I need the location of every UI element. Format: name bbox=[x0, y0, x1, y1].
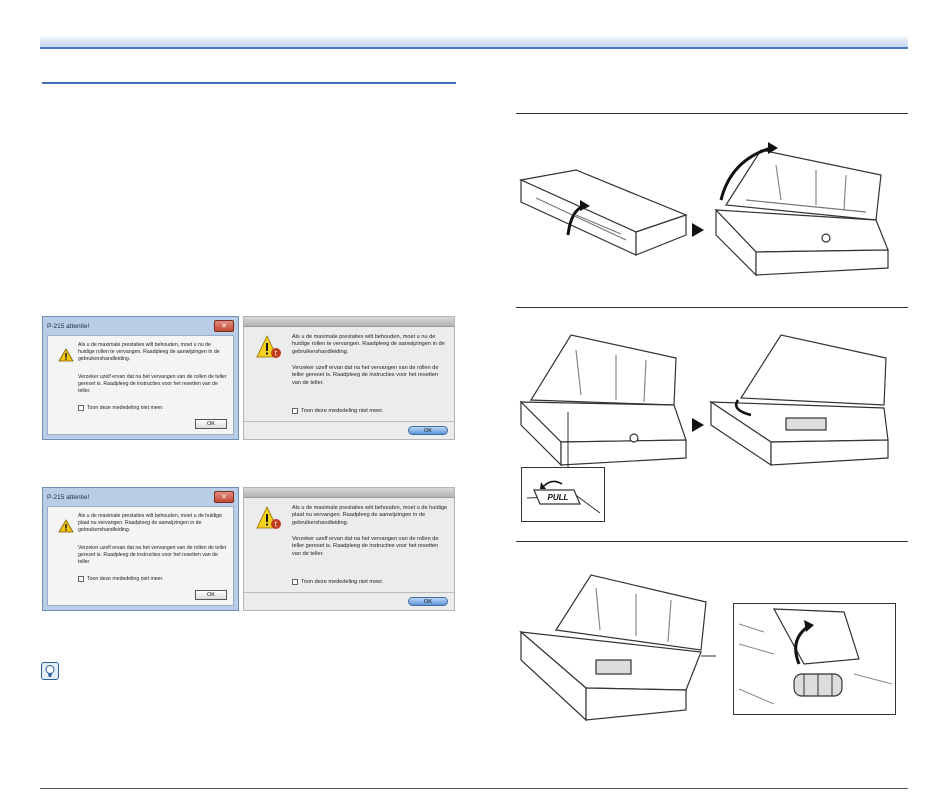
svg-text:t: t bbox=[275, 350, 278, 358]
dialog-titlebar bbox=[244, 317, 454, 327]
dialog-reset-note: Verzeker uzelf ervan dat na het vervange… bbox=[292, 365, 439, 386]
dialog-body: Als u de maximale prestaties wilt behoud… bbox=[47, 506, 234, 606]
caution-icon: t bbox=[256, 335, 281, 358]
dialog-reset-note: Verzeker uzelf ervan dat na het vervange… bbox=[78, 374, 227, 394]
scanner-roller-illustration bbox=[519, 574, 707, 722]
roller-zoom-callout bbox=[733, 603, 896, 715]
checkbox-label: Toon deze mededeling niet meer. bbox=[87, 405, 164, 411]
dont-show-checkbox[interactable]: Toon deze mededeling niet meer. bbox=[292, 408, 383, 414]
ok-button[interactable]: OK bbox=[195, 590, 227, 600]
pull-label: PULL bbox=[548, 493, 569, 502]
pull-lever-illustration: PULL bbox=[526, 480, 601, 514]
dont-show-checkbox[interactable]: Toon deze mededeling niet meer. bbox=[78, 576, 163, 582]
close-icon[interactable]: ✕ bbox=[214, 320, 234, 332]
checkbox-box[interactable] bbox=[78, 576, 84, 582]
step-divider-3 bbox=[516, 541, 908, 542]
dont-show-checkbox[interactable]: Toon deze mededeling niet meer. bbox=[292, 579, 383, 585]
mac-dialog-rollers: t Als u de maximale prestaties wilt beho… bbox=[243, 316, 455, 440]
caution-icon: t bbox=[256, 506, 281, 529]
dialog-titlebar: P-215 attentie! ✕ bbox=[43, 488, 238, 506]
dialog-title: P-215 attentie! bbox=[47, 322, 90, 330]
pull-lever-figure bbox=[519, 334, 889, 467]
close-icon[interactable]: ✕ bbox=[214, 491, 234, 503]
dialog-reset-note: Verzeker uzelf ervan dat na het vervange… bbox=[78, 545, 227, 565]
checkbox-box[interactable] bbox=[78, 405, 84, 411]
opened-scanner-illustration bbox=[714, 149, 889, 277]
lightbulb-icon bbox=[45, 665, 55, 677]
ok-button[interactable]: OK bbox=[408, 597, 448, 606]
dialog-title: P-215 attentie! bbox=[47, 493, 90, 501]
checkbox-label: Toon deze mededeling niet meer. bbox=[301, 408, 384, 414]
scanner-open-figure bbox=[518, 142, 889, 277]
opened-scanner-illustration bbox=[519, 334, 687, 467]
closed-scanner-illustration bbox=[518, 169, 688, 256]
dialog-message: Als u de maximale prestaties wilt behoud… bbox=[292, 505, 448, 526]
footer-rule bbox=[40, 788, 908, 789]
dialog-separator bbox=[244, 421, 454, 422]
dialog-titlebar bbox=[244, 488, 454, 498]
dialog-titlebar: P-215 attentie! ✕ bbox=[43, 317, 238, 335]
step-arrow-icon bbox=[692, 418, 704, 432]
dialog-message: Als u de maximale prestaties wilt behoud… bbox=[292, 334, 445, 355]
dialog-separator bbox=[244, 592, 454, 593]
step-arrow-icon bbox=[692, 223, 704, 237]
ok-button[interactable]: OK bbox=[408, 426, 448, 435]
dialog-message: Als u de maximale prestaties wilt behoud… bbox=[78, 513, 222, 533]
roller-cover-illustration bbox=[738, 608, 893, 705]
dialog-body: Als u de maximale prestaties wilt behoud… bbox=[47, 335, 234, 435]
step-divider-1 bbox=[516, 113, 908, 114]
checkbox-label: Toon deze mededeling niet meer. bbox=[87, 576, 164, 582]
checkbox-box[interactable] bbox=[292, 579, 298, 585]
warning-icon bbox=[58, 519, 74, 533]
section-divider-left bbox=[42, 82, 456, 84]
pull-lever-callout: PULL bbox=[521, 467, 605, 522]
header-band bbox=[40, 35, 908, 49]
roller-figure bbox=[519, 574, 716, 722]
dont-show-checkbox[interactable]: Toon deze mededeling niet meer. bbox=[78, 405, 163, 411]
checkbox-label: Toon deze mededeling niet meer. bbox=[301, 579, 384, 585]
svg-text:t: t bbox=[275, 521, 278, 529]
hint-icon bbox=[41, 662, 59, 680]
windows-dialog-plate: P-215 attentie! ✕ Als u de maximale pres… bbox=[42, 487, 239, 611]
dialog-reset-note: Verzeker uzelf ervan dat na het vervange… bbox=[292, 536, 439, 557]
ok-button[interactable]: OK bbox=[195, 419, 227, 429]
dialog-message: Als u de maximale prestaties wilt behoud… bbox=[78, 342, 220, 362]
checkbox-box[interactable] bbox=[292, 408, 298, 414]
mac-dialog-plate: t Als u de maximale prestaties wilt beho… bbox=[243, 487, 455, 611]
step-divider-2 bbox=[516, 307, 908, 308]
warning-icon bbox=[58, 348, 74, 362]
windows-dialog-rollers: P-215 attentie! ✕ Als u de maximale pres… bbox=[42, 316, 239, 440]
